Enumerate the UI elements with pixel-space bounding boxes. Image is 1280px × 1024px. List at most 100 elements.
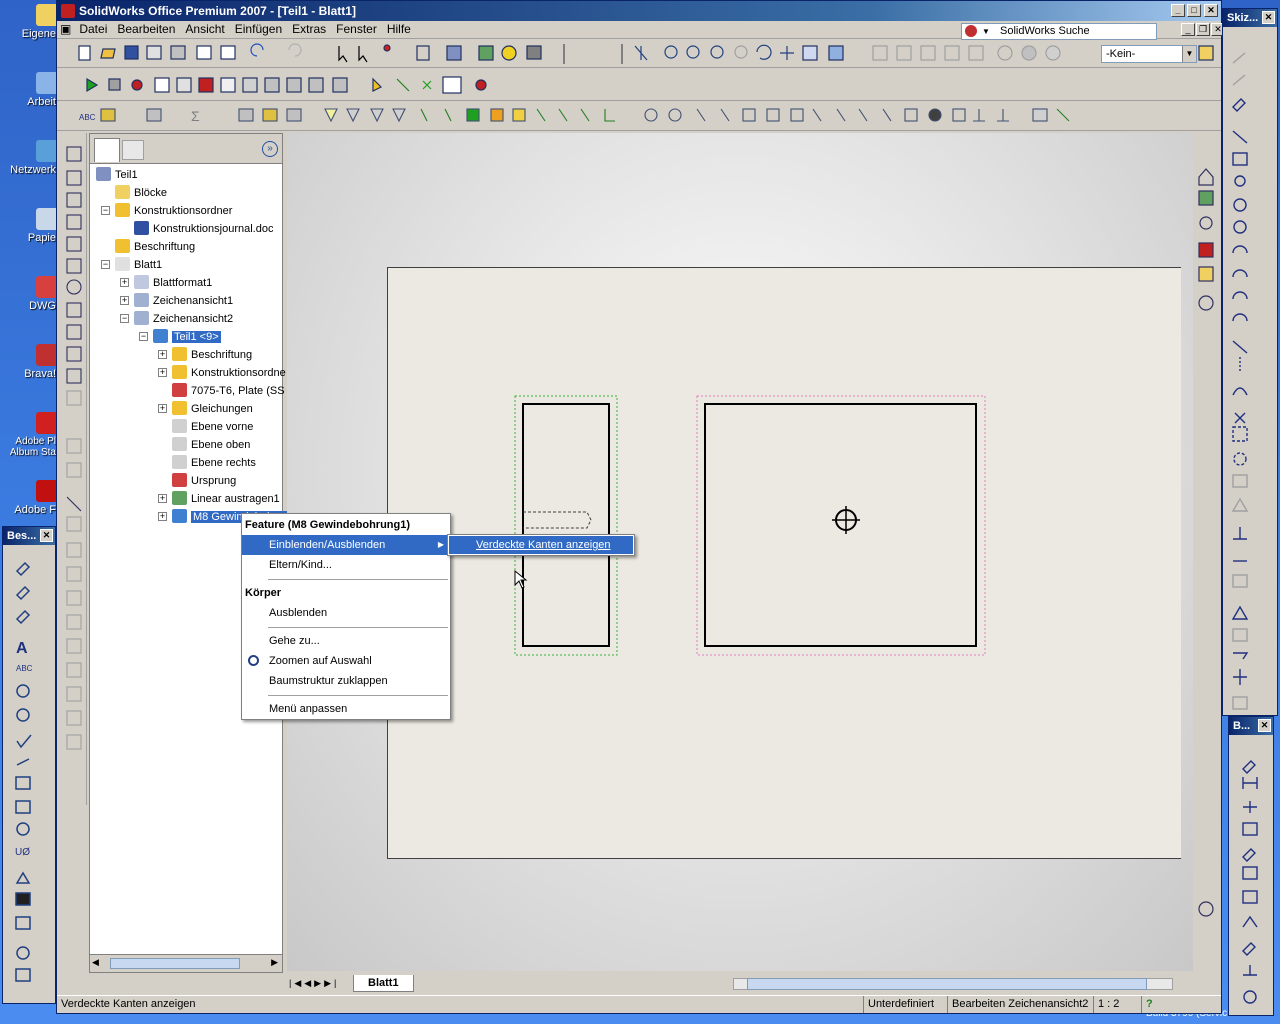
vertical-dimension-icon <box>1243 801 1257 813</box>
weld-symbol-icon <box>16 758 30 766</box>
collapse-pane-bottom-icon <box>1198 901 1214 917</box>
menu-item-parent-child[interactable]: Eltern/Kind... <box>242 555 450 575</box>
block-toolbar-title-text: B... <box>1233 720 1251 732</box>
table-icon <box>15 968 31 982</box>
home-icon <box>1198 168 1214 186</box>
offset-icon <box>1232 574 1248 588</box>
chamfer-dimension-icon <box>1242 866 1258 880</box>
desktop-icon-eigene[interactable]: Eigene <box>0 4 60 40</box>
help-icon[interactable]: ? <box>1141 996 1171 1013</box>
solidworks-window: SolidWorks Office Premium 2007 - [Teil1 … <box>56 0 1225 1014</box>
move-entities-icon <box>1232 696 1248 710</box>
close-icon[interactable]: ✕ <box>1262 11 1275 24</box>
file-explorer-icon <box>1199 216 1213 230</box>
menu-item-show-hide-label: Einblenden/Ausblenden <box>269 539 386 551</box>
angle-dimension-icon <box>1242 915 1258 928</box>
status-scale[interactable]: 1 : 2 <box>1093 996 1141 1013</box>
revision-symbol-icon <box>15 871 31 884</box>
circular-pattern-icon <box>1233 452 1247 466</box>
menu-item-zoom-selection-label: Zoomen auf Auswahl <box>269 655 372 667</box>
balloon-icon <box>16 684 30 698</box>
sketch-tools-icons[interactable] <box>1223 27 1277 715</box>
dimension-icon <box>1242 760 1256 774</box>
mouse-cursor-icon <box>514 569 528 589</box>
horizontal-dimension-icon <box>1242 777 1258 789</box>
baseline-dimension-icon <box>1242 822 1258 836</box>
spline-icon <box>1232 387 1248 396</box>
status-definition-state: Unterdefiniert <box>863 996 947 1013</box>
annotation-toolbar-title-text: Bes... <box>7 530 37 542</box>
geometric-tolerance-icon <box>15 800 31 814</box>
datum-target-icon <box>16 822 30 836</box>
diameter-dimension-icon <box>1243 990 1257 1004</box>
origin-dimension-icon <box>1243 965 1257 976</box>
3d-sketch-icon <box>1232 74 1246 86</box>
annotation-toolbar-title[interactable]: Bes... ✕ <box>3 527 55 545</box>
desktop-icon-adobe-album[interactable]: Adobe Pl Album Sta <box>0 412 60 458</box>
collapse-pane-icon <box>1198 295 1214 311</box>
desktop-icon-papierkorb[interactable]: Papie <box>0 208 60 244</box>
context-menu: Feature (M8 Gewindebohrung1) Einblenden/… <box>241 513 451 720</box>
text-note-icon: A <box>16 640 28 657</box>
context-menu-header-feature: Feature (M8 Gewindebohrung1) <box>245 519 411 531</box>
text-sketch-icon <box>1232 474 1248 488</box>
sketch-toolbar-title[interactable]: Skiz... ✕ <box>1223 9 1277 27</box>
search-pane-icon <box>1198 242 1214 258</box>
front-view-outline[interactable] <box>704 403 977 647</box>
context-menu-header-body: Körper <box>245 587 282 599</box>
menu-item-customize-menu[interactable]: Menü anpassen <box>242 699 450 719</box>
menu-item-goto[interactable]: Gehe zu... <box>242 631 450 651</box>
desktop-icon-netzwerk[interactable]: Netzwerk <box>0 140 60 176</box>
point-icon <box>1234 412 1246 424</box>
tangent-arc-icon <box>1232 269 1248 278</box>
desktop-icon-adobe[interactable]: Adobe F <box>0 480 60 516</box>
status-edit-mode: Bearbeiten Zeichenansicht2 <box>947 996 1093 1013</box>
close-icon[interactable]: ✕ <box>40 529 53 542</box>
menu-item-show-hide[interactable]: Einblenden/Ausblenden ▶ <box>242 535 450 555</box>
annotation-floating-toolbar[interactable]: Bes... ✕ A ABC UØ <box>2 526 56 1004</box>
side-view-outline[interactable] <box>522 403 610 647</box>
view-palette-icon <box>1198 266 1214 282</box>
view2-boundary[interactable] <box>696 395 986 656</box>
warning-icon <box>1231 605 1249 620</box>
desktop-icon-brava[interactable]: Brava! <box>0 344 60 380</box>
convert-entities-icon <box>1232 628 1248 642</box>
desktop-icon-label: Brava! <box>24 368 56 380</box>
task-pane-strip <box>1193 133 1219 971</box>
sketch-toolbar-title-text: Skiz... <box>1227 12 1259 24</box>
view1-boundary[interactable] <box>514 395 618 656</box>
menu-item-hide[interactable]: Ausblenden <box>242 603 450 623</box>
centerline-icon <box>1232 340 1248 354</box>
desktop-icon-label: Eigene <box>21 28 56 40</box>
menu-item-show-hidden-edges-label: Verdeckte Kanten anzeigen <box>476 539 611 551</box>
menu-item-collapse-tree[interactable]: Baumstruktur zuklappen <box>242 671 450 691</box>
menu-item-show-hidden-edges[interactable]: Verdeckte Kanten anzeigen <box>449 536 633 554</box>
graphics-scroll-thumb[interactable] <box>747 978 1147 990</box>
annotation-tools-icons[interactable]: A ABC UØ <box>3 545 55 1003</box>
extend-icon <box>1233 669 1247 685</box>
sheet-nav-icons[interactable]: |◀◀▶▶| <box>289 978 339 989</box>
desktop-icon-arbeit[interactable]: Arbeit <box>0 72 60 108</box>
block-floating-toolbar[interactable]: B... ✕ <box>1228 716 1274 1016</box>
menu-separator <box>268 579 448 580</box>
block-icon <box>15 916 31 930</box>
menu-item-zoom-selection[interactable]: Zoomen auf Auswahl <box>242 651 450 671</box>
status-bar: Verdeckte Kanten anzeigen Unterdefiniert… <box>57 995 1221 1013</box>
centerpoint-arc-icon <box>1232 245 1248 254</box>
desktop-icon-dwg[interactable]: DWG <box>0 276 60 312</box>
dimension-tools-icons[interactable] <box>1229 735 1273 1015</box>
task-pane-icons[interactable] <box>1193 133 1219 971</box>
sheet-tab-blatt1[interactable]: Blatt1 <box>353 975 414 992</box>
trim-icon <box>1233 652 1249 660</box>
surface-finish-icon <box>16 734 32 749</box>
polygon-icon <box>1234 175 1246 187</box>
perimeter-circle-icon <box>1233 220 1247 234</box>
hidden-thread-hole-edges <box>523 511 592 529</box>
sketch-floating-toolbar[interactable]: Skiz... ✕ <box>1222 8 1278 716</box>
design-library-icon <box>1198 190 1214 206</box>
desktop-icon-label: Netzwerk <box>10 164 56 176</box>
block-toolbar-title[interactable]: B... ✕ <box>1229 717 1273 735</box>
desktop-icon-label: Adobe F <box>14 504 56 516</box>
smart-dimension-icon <box>1232 98 1246 112</box>
close-icon[interactable]: ✕ <box>1258 719 1271 732</box>
